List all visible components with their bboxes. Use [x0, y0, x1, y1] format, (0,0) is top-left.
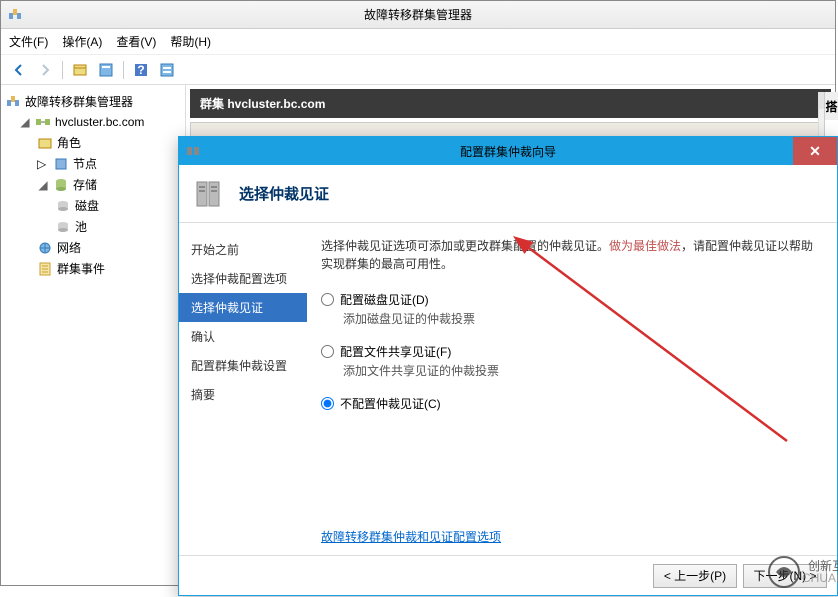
menu-help[interactable]: 帮助(H) [170, 33, 211, 50]
up-button[interactable] [68, 59, 92, 81]
toolbar: ? [1, 55, 835, 85]
storage-icon [53, 177, 69, 193]
wizard-titlebar: 配置群集仲裁向导 ✕ [179, 137, 837, 165]
tree-roles-label: 角色 [57, 134, 81, 151]
server-icon [193, 176, 229, 212]
tree-storage[interactable]: ◢ 存储 [5, 174, 181, 195]
svg-text:CHUANG XIN HU LIAN: CHUANG XIN HU LIAN [802, 571, 838, 585]
radio-no-witness: 不配置仲裁见证(C) [321, 395, 823, 412]
help-link[interactable]: 故障转移群集仲裁和见证配置选项 [321, 528, 501, 545]
content-header: 群集 hvcluster.bc.com [190, 89, 831, 118]
cluster-icon [35, 114, 51, 130]
wizard-nav: 开始之前 选择仲裁配置选项 选择仲裁见证 确认 配置群集仲裁设置 摘要 [179, 223, 307, 555]
toolbar-separator [62, 61, 63, 79]
tree-events[interactable]: 群集事件 [5, 258, 181, 279]
close-button[interactable]: ✕ [793, 137, 837, 165]
tree-nodes-label: 节点 [73, 155, 97, 172]
tree-disks-label: 磁盘 [75, 197, 99, 214]
menu-action[interactable]: 操作(A) [62, 33, 102, 50]
watermark-logo: 创新互联 CHUANG XIN HU LIAN [766, 552, 838, 594]
nav-select-witness[interactable]: 选择仲裁见证 [179, 293, 307, 322]
desc-part1: 选择仲裁见证选项可添加或更改群集配置的仲裁见证。 [321, 239, 609, 253]
cluster-manager-icon [5, 94, 21, 110]
events-icon [37, 261, 53, 277]
radio-share-label[interactable]: 配置文件共享见证(F) [321, 343, 823, 360]
refresh-button[interactable] [155, 59, 179, 81]
tree-networks[interactable]: 网络 [5, 237, 181, 258]
wizard-content: 选择仲裁见证选项可添加或更改群集配置的仲裁见证。做为最佳做法，请配置仲裁见证以帮… [307, 223, 837, 555]
menubar: 文件(F) 操作(A) 查看(V) 帮助(H) [1, 29, 835, 55]
wizard-header: 选择仲裁见证 [179, 165, 837, 223]
tree-networks-label: 网络 [57, 239, 81, 256]
radio-none-text: 不配置仲裁见证(C) [340, 395, 441, 412]
wizard-footer: < 上一步(P) 下一步(N) > [179, 555, 837, 595]
window-title: 故障转移群集管理器 [364, 6, 472, 23]
tree-root-label: 故障转移群集管理器 [25, 93, 133, 110]
tree-pools-label: 池 [75, 218, 87, 235]
roles-icon [37, 135, 53, 151]
wizard-body: 开始之前 选择仲裁配置选项 选择仲裁见证 确认 配置群集仲裁设置 摘要 选择仲裁… [179, 223, 837, 555]
tree-pools[interactable]: 池 [5, 216, 181, 237]
radio-disk-text: 配置磁盘见证(D) [340, 291, 429, 308]
tree-nodes[interactable]: ▷ 节点 [5, 153, 181, 174]
tree-pane: 故障转移群集管理器 ◢ hvcluster.bc.com 角色 ▷ 节点 ◢ 存… [1, 85, 186, 585]
radio-share-sub: 添加文件共享见证的仲裁投票 [321, 362, 823, 379]
radio-share-input[interactable] [321, 345, 334, 358]
forward-button[interactable] [33, 59, 57, 81]
tree-disks[interactable]: 磁盘 [5, 195, 181, 216]
right-pane-peek: 搭 [824, 92, 838, 120]
menu-file[interactable]: 文件(F) [9, 33, 48, 50]
tree-root[interactable]: 故障转移群集管理器 [5, 91, 181, 112]
radio-none-label[interactable]: 不配置仲裁见证(C) [321, 395, 823, 412]
tree-roles[interactable]: 角色 [5, 132, 181, 153]
tree-events-label: 群集事件 [57, 260, 105, 277]
radio-none-input[interactable] [321, 397, 334, 410]
wizard-icon [185, 143, 201, 159]
toolbar-separator [123, 61, 124, 79]
tree-cluster[interactable]: ◢ hvcluster.bc.com [5, 112, 181, 132]
help-button[interactable]: ? [129, 59, 153, 81]
nav-summary[interactable]: 摘要 [179, 380, 307, 409]
menu-view[interactable]: 查看(V) [116, 33, 156, 50]
expand-icon[interactable]: ◢ [19, 115, 31, 129]
radio-disk-label[interactable]: 配置磁盘见证(D) [321, 291, 823, 308]
disk-icon [55, 198, 71, 214]
collapse-icon[interactable]: ▷ [37, 157, 49, 171]
network-icon [37, 240, 53, 256]
radio-share-text: 配置文件共享见证(F) [340, 343, 451, 360]
desc-highlight: 做为最佳做法 [609, 239, 681, 253]
nav-confirm[interactable]: 确认 [179, 322, 307, 351]
radio-disk-input[interactable] [321, 293, 334, 306]
app-icon [7, 7, 23, 23]
back-button[interactable]: < 上一步(P) [653, 564, 737, 588]
tree-storage-label: 存储 [73, 176, 97, 193]
nav-start[interactable]: 开始之前 [179, 235, 307, 264]
tree-cluster-label: hvcluster.bc.com [55, 115, 144, 129]
wizard-dialog: 配置群集仲裁向导 ✕ 选择仲裁见证 开始之前 选择仲裁配置选项 选择仲裁见证 确… [178, 136, 838, 596]
pool-icon [55, 219, 71, 235]
back-button[interactable] [7, 59, 31, 81]
nodes-icon [53, 156, 69, 172]
radio-group: 配置磁盘见证(D) 添加磁盘见证的仲裁投票 配置文件共享见证(F) 添加文件共享… [321, 291, 823, 412]
nav-select-quorum[interactable]: 选择仲裁配置选项 [179, 264, 307, 293]
properties-button[interactable] [94, 59, 118, 81]
right-pane-header: 搭 [825, 98, 837, 115]
radio-disk-sub: 添加磁盘见证的仲裁投票 [321, 310, 823, 327]
svg-text:?: ? [137, 63, 144, 77]
wizard-title-text: 配置群集仲裁向导 [460, 143, 556, 160]
radio-share-witness: 配置文件共享见证(F) 添加文件共享见证的仲裁投票 [321, 343, 823, 379]
radio-disk-witness: 配置磁盘见证(D) 添加磁盘见证的仲裁投票 [321, 291, 823, 327]
wizard-header-text: 选择仲裁见证 [239, 183, 329, 204]
titlebar: 故障转移群集管理器 [1, 1, 835, 29]
nav-config[interactable]: 配置群集仲裁设置 [179, 351, 307, 380]
expand-icon[interactable]: ◢ [37, 178, 49, 192]
description-text: 选择仲裁见证选项可添加或更改群集配置的仲裁见证。做为最佳做法，请配置仲裁见证以帮… [321, 237, 823, 273]
